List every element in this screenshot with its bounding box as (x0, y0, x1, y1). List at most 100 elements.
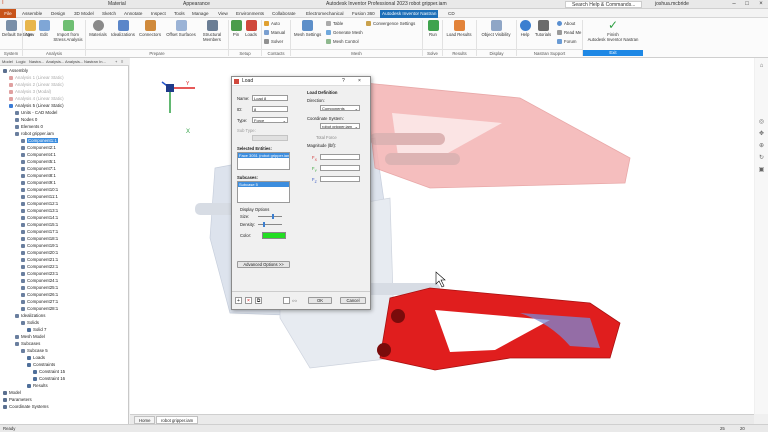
tab-cd[interactable]: CD (446, 10, 457, 18)
tree-item[interactable]: Analysis 2 (Linear Static) (9, 82, 64, 88)
offset-surfaces-button[interactable]: Offset Surfaces (166, 20, 196, 37)
forum-button[interactable]: Forum (557, 39, 576, 45)
tree-item[interactable]: Model (3, 390, 21, 396)
auto-contact-button[interactable]: Auto (264, 21, 280, 27)
cancel-button[interactable]: Cancel (340, 297, 366, 304)
user-name[interactable]: joshua.mcbride (655, 1, 689, 7)
tree-item[interactable]: Component1:1 (21, 138, 58, 144)
tab-3d-model[interactable]: 3D Model (72, 10, 96, 18)
quick-access-material[interactable]: Material (108, 1, 126, 7)
subcase-item[interactable]: Subcase 5 (238, 182, 289, 187)
close-icon[interactable]: × (755, 0, 767, 9)
mesh-control-button[interactable]: Mesh Control (326, 39, 359, 45)
selected-entities-list[interactable]: Face 3051 (robot gripper.iam:1) (237, 152, 290, 170)
tree-item[interactable]: Solids (21, 320, 39, 326)
tree-item[interactable]: Component28:1 (21, 306, 58, 312)
tree-item[interactable]: Component7:1 (21, 166, 56, 172)
doc-tab-robot-gripper[interactable]: robot gripper.iam (156, 416, 199, 424)
tab-fusion-360[interactable]: Fusion 360 (350, 10, 377, 18)
tree-item[interactable]: Subcase 5 (21, 348, 48, 354)
orbit-icon[interactable]: ↻ (757, 154, 766, 163)
copy-icon[interactable]: ⧉ (255, 297, 262, 304)
model-view[interactable]: Y X (130, 58, 754, 414)
coord-system-select[interactable]: robot gripper.iam ⌄ (320, 123, 360, 129)
tree-item[interactable]: Analysis 4 (Linear Static) (9, 96, 64, 102)
mesh-settings-button[interactable]: Mesh Settings (294, 20, 321, 37)
tree-item[interactable]: Component13:1 (21, 208, 58, 214)
tree-item[interactable]: Constraint 15 (33, 369, 65, 375)
tree-item[interactable]: Solid 7 (27, 327, 46, 333)
tree-item[interactable]: Elements 0 (15, 124, 43, 130)
generate-mesh-button[interactable]: Generate Mesh (326, 30, 363, 36)
tab-electromechanical[interactable]: Electromechanical (304, 10, 346, 18)
tree-item[interactable]: Component15:1 (21, 222, 58, 228)
pin-button[interactable]: Pin (230, 20, 242, 37)
browser-tab-model[interactable]: Model (2, 59, 13, 64)
tab-manage[interactable]: Manage (190, 10, 211, 18)
about-button[interactable]: About (557, 21, 575, 27)
default-settings-button[interactable]: Default Settings (2, 20, 32, 37)
tree-item[interactable]: robot gripper.iam (15, 131, 54, 137)
tree-item[interactable]: Nodes 0 (15, 117, 37, 123)
tree-item[interactable]: Component14:1 (21, 215, 58, 221)
tree-item[interactable]: Component20:1 (21, 250, 58, 256)
glasses-icon[interactable]: ○○ (292, 298, 297, 303)
tree-item[interactable]: Component12:1 (21, 201, 58, 207)
object-visibility-button[interactable]: Object Visibility (478, 20, 514, 37)
tab-collaborate[interactable]: Collaborate (270, 10, 298, 18)
zoom-icon[interactable]: ⊕ (757, 142, 766, 151)
id-input[interactable]: 8 (252, 106, 288, 112)
tree-item[interactable]: Component5:1 (21, 159, 56, 165)
tree-item[interactable]: Subcases (15, 341, 40, 347)
full-navigation-wheel-icon[interactable]: ◎ (757, 118, 766, 127)
tab-nastran[interactable]: Autodesk Inventor Nastran (380, 10, 439, 18)
tree-item[interactable]: Component25:1 (21, 285, 58, 291)
tree-item[interactable]: Analysis 1 (Linear Static) (9, 75, 64, 81)
graphics-viewport[interactable]: Y X (130, 58, 754, 414)
edit-button[interactable]: Edit (38, 20, 50, 37)
run-button[interactable]: Run (426, 20, 440, 37)
tree-item[interactable]: Component11:1 (21, 194, 58, 200)
tab-sketch[interactable]: Sketch (100, 10, 118, 18)
look-at-icon[interactable]: ▣ (757, 166, 766, 175)
tree-item[interactable]: Component9:1 (21, 180, 56, 186)
tree-item[interactable]: Component19:1 (21, 243, 58, 249)
manual-contact-button[interactable]: Manual (264, 30, 285, 36)
fz-input[interactable] (320, 176, 360, 182)
fy-input[interactable] (320, 165, 360, 171)
tree-item[interactable]: Analysis 3 (Modal) (9, 89, 51, 95)
name-input[interactable]: Load 8 (252, 95, 288, 101)
add-icon[interactable]: + (235, 297, 242, 304)
tree-item[interactable]: Component2:1 (21, 145, 56, 151)
quick-access-appearance[interactable]: Appearance (183, 1, 210, 7)
fx-input[interactable] (320, 154, 360, 160)
maximize-icon[interactable]: □ (741, 0, 753, 9)
density-slider[interactable] (258, 222, 282, 227)
dialog-help-icon[interactable]: ? (342, 77, 345, 86)
tree-item[interactable]: Mesh Model (15, 334, 45, 340)
selected-entity-item[interactable]: Face 3051 (robot gripper.iam:1) (238, 153, 289, 158)
tree-item[interactable]: Component17:1 (21, 229, 58, 235)
tree-item[interactable]: Idealizations (15, 313, 45, 319)
idealizations-button[interactable]: Idealizations (110, 20, 136, 37)
tree-item[interactable]: Component27:1 (21, 299, 58, 305)
subcases-list[interactable]: Subcase 5 (237, 181, 290, 203)
tree-item[interactable]: Component18:1 (21, 236, 58, 242)
table-button[interactable]: Table (326, 21, 343, 27)
ok-button[interactable]: OK (308, 297, 332, 304)
loads-button[interactable]: Loads (244, 20, 258, 37)
tree-item[interactable]: Component24:1 (21, 278, 58, 284)
tab-assemble[interactable]: Assemble (20, 10, 44, 18)
doc-tab-home[interactable]: Home (134, 416, 156, 424)
tree-item[interactable]: Component21:1 (21, 257, 58, 263)
type-select[interactable]: Force ⌄ (252, 117, 288, 123)
tab-environments[interactable]: Environments (234, 10, 266, 18)
tree-item[interactable]: Results (27, 383, 48, 389)
tree-item[interactable]: Analysis 5 (Linear Static) (9, 103, 64, 109)
convergence-settings-button[interactable]: Convergence Settings (366, 21, 415, 27)
browser-tab-analysis-a[interactable]: Analysis... (46, 59, 64, 64)
tab-view[interactable]: View (216, 10, 230, 18)
tab-inspect[interactable]: Inspect (149, 10, 168, 18)
browser-tab-analysis-b[interactable]: Analysis... (65, 59, 83, 64)
solver-contact-button[interactable]: Solver (264, 39, 283, 45)
